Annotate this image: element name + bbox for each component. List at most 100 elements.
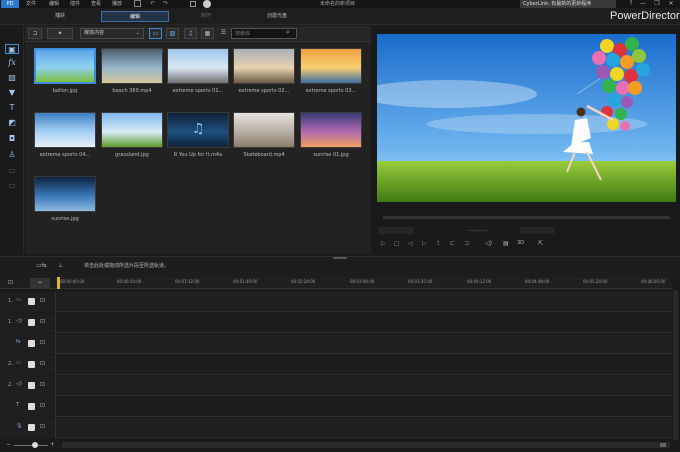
chapter-room-icon[interactable]: ▭: [5, 166, 19, 176]
fx-room-icon[interactable]: fx: [5, 58, 19, 68]
zoom-handle[interactable]: [32, 442, 38, 448]
timeline-track[interactable]: [0, 376, 672, 396]
stop-icon[interactable]: □: [394, 240, 400, 247]
media-thumbnail[interactable]: [34, 48, 96, 84]
ruler-tick-label: 00:06:00:00: [641, 279, 666, 284]
timeline-horizontal-scrollbar[interactable]: [62, 442, 670, 448]
media-thumbnail[interactable]: ♫: [167, 112, 229, 148]
tab-capture[interactable]: 捕获: [26, 11, 94, 22]
menu-plugins[interactable]: 插件: [70, 0, 80, 8]
settings-icon[interactable]: [203, 0, 211, 8]
timeline-track[interactable]: [0, 313, 672, 333]
timeline-zoom-slider[interactable]: − +: [6, 441, 56, 449]
sort-icon[interactable]: ☰: [218, 28, 229, 39]
in-point-icon[interactable]: ⊏: [450, 240, 455, 247]
track-number: 1.: [8, 319, 13, 325]
layout-icon[interactable]: [190, 1, 196, 7]
media-thumbnail[interactable]: [34, 112, 96, 148]
tab-edit[interactable]: 编辑: [101, 11, 169, 22]
track-enable-checkbox[interactable]: [28, 424, 35, 431]
out-point-icon[interactable]: ⊐: [464, 240, 469, 247]
timeline-track[interactable]: [0, 418, 672, 438]
timeline-track[interactable]: [0, 292, 672, 312]
minimize-button[interactable]: —: [638, 0, 648, 8]
quality-dropdown[interactable]: [520, 227, 554, 234]
help-button[interactable]: ?: [626, 0, 636, 8]
split-icon[interactable]: ⊥: [58, 262, 63, 269]
tab-produce[interactable]: 制作: [172, 11, 240, 22]
media-thumbnail[interactable]: [233, 48, 295, 84]
lock-icon[interactable]: ⊡: [40, 423, 45, 430]
menu-file[interactable]: 文件: [26, 0, 36, 8]
menu-view[interactable]: 查看: [91, 0, 101, 8]
media-thumbnail[interactable]: [300, 48, 362, 84]
lock-icon[interactable]: ⊡: [40, 318, 45, 325]
track-enable-checkbox[interactable]: [28, 361, 35, 368]
voice-over-icon[interactable]: ♙: [5, 150, 19, 160]
fullscreen-toggle-icon[interactable]: ▤: [503, 240, 509, 247]
title-room-icon[interactable]: T: [5, 103, 19, 113]
restore-button[interactable]: ❐: [652, 0, 662, 8]
plugins-icon[interactable]: ✦: [47, 28, 73, 39]
3d-mode-button[interactable]: 3D: [517, 240, 524, 246]
undo-icon[interactable]: ↶: [150, 0, 155, 8]
lock-icon[interactable]: ⊡: [40, 297, 45, 304]
grid-view-icon[interactable]: ▦: [201, 28, 214, 39]
media-thumbnail[interactable]: [300, 112, 362, 148]
zoom-in-icon[interactable]: +: [50, 441, 55, 448]
pip-room-icon[interactable]: ▨: [5, 73, 19, 83]
media-label: extreme sports 03...: [305, 88, 357, 94]
media-label: Skateboard.mp4: [243, 152, 285, 158]
project-title: 未命名的新项目: [320, 1, 356, 7]
media-filter-dropdown[interactable]: 媒体内容 ⌄: [80, 28, 144, 39]
particle-room-icon[interactable]: ▼: [5, 88, 19, 98]
preview-scrub-bar[interactable]: [383, 216, 670, 219]
previous-frame-icon[interactable]: ◁: [408, 240, 413, 247]
next-frame-icon[interactable]: ▷: [422, 240, 427, 247]
image-filter-icon[interactable]: ▨: [166, 28, 179, 39]
redo-icon[interactable]: ↷: [163, 0, 168, 8]
lock-icon[interactable]: ⊡: [40, 381, 45, 388]
track-enable-checkbox[interactable]: [28, 298, 35, 305]
transition-room-icon[interactable]: ◩: [5, 118, 19, 128]
save-icon[interactable]: [134, 0, 141, 7]
play-icon[interactable]: ▷: [381, 240, 386, 247]
audio-filter-icon[interactable]: ♫: [184, 28, 197, 39]
timeline-view-icon[interactable]: ▭⇆: [36, 262, 47, 269]
snapshot-icon[interactable]: ⇪: [436, 240, 441, 247]
clip-mode-button[interactable]: [378, 227, 414, 234]
media-thumbnail[interactable]: [101, 48, 163, 84]
track-enable-checkbox[interactable]: [28, 340, 35, 347]
track-enable-checkbox[interactable]: [28, 382, 35, 389]
search-icon[interactable]: ⌕: [286, 28, 290, 37]
media-thumbnail[interactable]: [167, 48, 229, 84]
lock-icon[interactable]: ⊡: [40, 339, 45, 346]
audio-mixing-icon[interactable]: ◘: [5, 134, 19, 144]
timeline-track[interactable]: [0, 334, 672, 354]
menu-playback[interactable]: 播放: [112, 0, 122, 8]
media-thumbnail[interactable]: [101, 112, 163, 148]
track-enable-checkbox[interactable]: [28, 403, 35, 410]
timeline-vertical-scrollbar[interactable]: [673, 290, 678, 440]
zoom-out-icon[interactable]: −: [6, 441, 11, 448]
close-button[interactable]: ✕: [666, 0, 676, 8]
track-enable-checkbox[interactable]: [28, 319, 35, 326]
media-room-icon[interactable]: ▣: [5, 44, 19, 54]
subtitle-room-icon[interactable]: ▭: [5, 181, 19, 191]
volume-icon[interactable]: ◁): [485, 240, 492, 247]
import-media-icon[interactable]: ⊐: [28, 28, 42, 39]
lock-icon[interactable]: ⊡: [40, 402, 45, 409]
video-filter-icon[interactable]: ▭: [149, 28, 162, 39]
panel-resize-handle[interactable]: [333, 257, 347, 259]
scrollbar-right-arrow[interactable]: [660, 443, 666, 447]
media-thumbnail[interactable]: [34, 176, 96, 212]
lock-icon[interactable]: ⊡: [40, 360, 45, 367]
timeline-track[interactable]: [0, 355, 672, 375]
track-manager-icon[interactable]: ⊡: [8, 279, 13, 286]
tab-create-disc[interactable]: 创建光盘: [243, 11, 311, 22]
timeline-track[interactable]: [0, 397, 672, 417]
fit-timeline-button[interactable]: ⇿: [30, 278, 50, 288]
media-thumbnail[interactable]: [233, 112, 295, 148]
menu-edit[interactable]: 编辑: [49, 0, 59, 8]
undock-icon[interactable]: ⇱: [538, 240, 543, 247]
